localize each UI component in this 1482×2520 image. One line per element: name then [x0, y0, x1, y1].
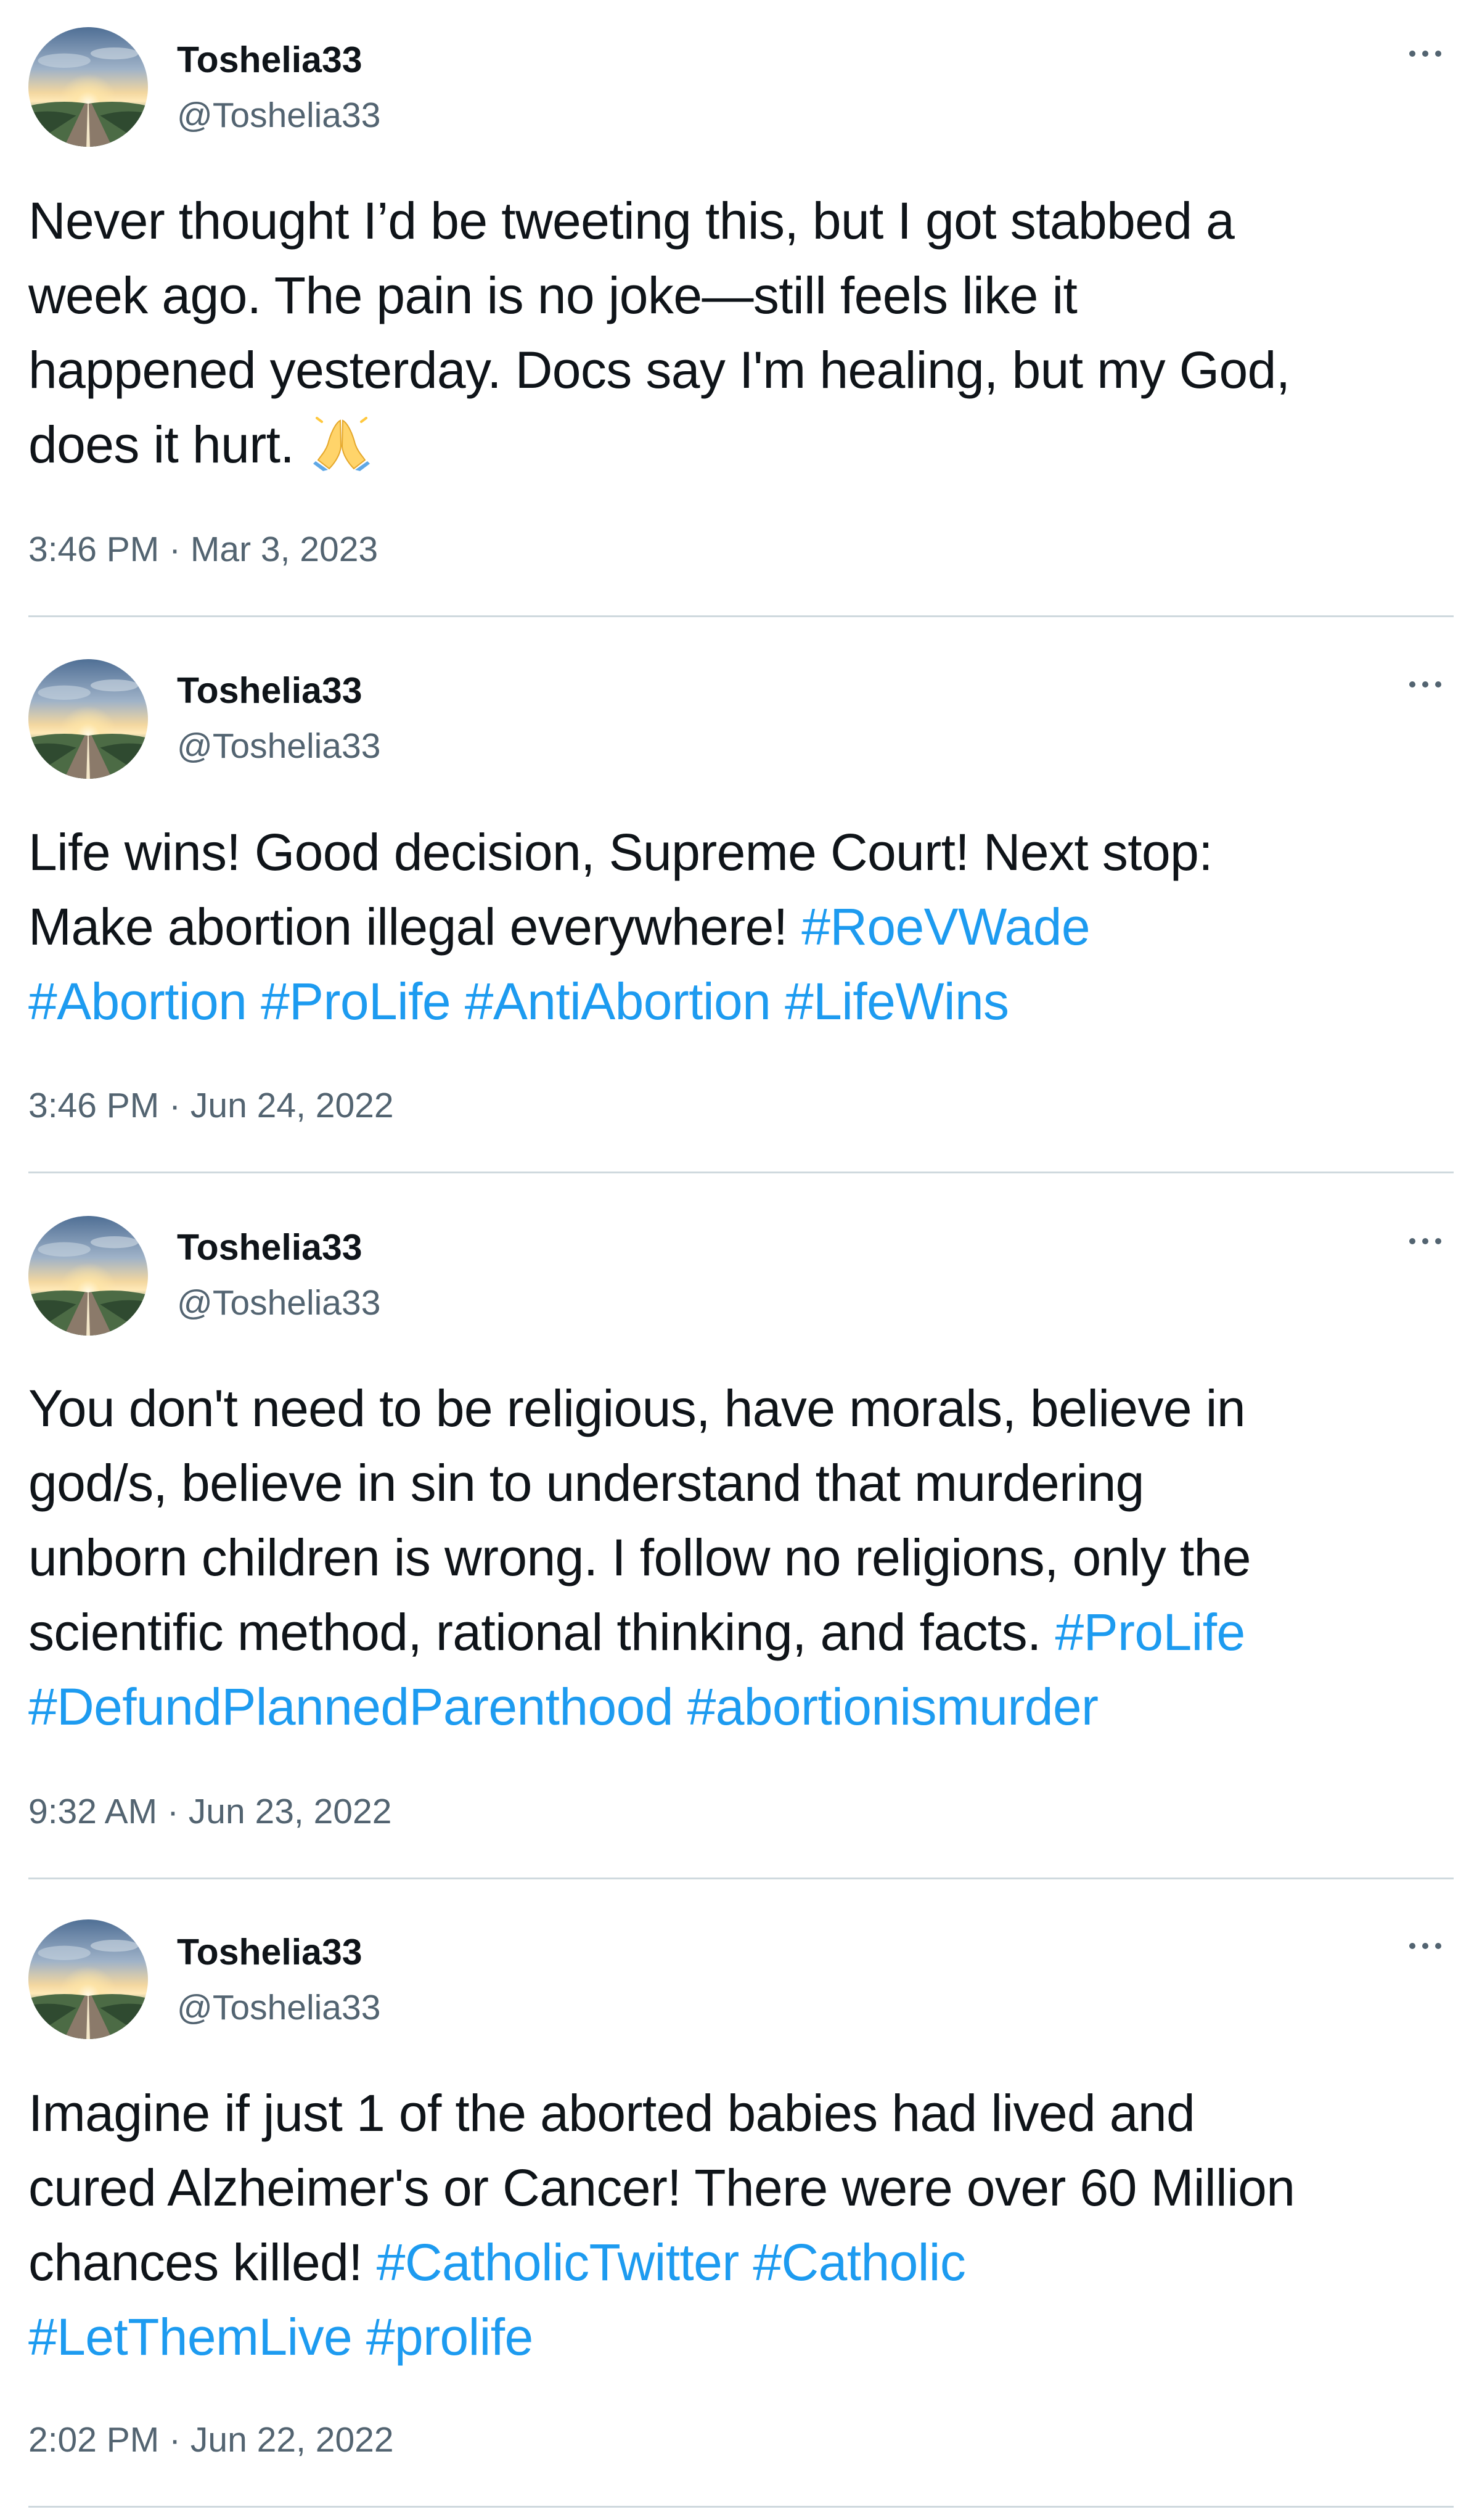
- username[interactable]: @Toshelia33: [177, 1986, 380, 2029]
- more-options-icon[interactable]: [1404, 1937, 1447, 1955]
- timestamp[interactable]: 2:02 PM · Jun 22, 2022: [28, 2418, 394, 2461]
- display-name[interactable]: Toshelia33: [177, 1931, 362, 1974]
- hashtag-link[interactable]: #CatholicTwitter: [377, 2233, 740, 2291]
- timestamp[interactable]: 3:46 PM · Mar 3, 2023: [28, 528, 378, 571]
- tweet-text-segment: chances killed!: [28, 2233, 377, 2291]
- hashtag-link[interactable]: #AntiAbortion: [465, 972, 771, 1030]
- tweet-text-segment: scientific method, rational thinking, an…: [28, 1603, 1055, 1661]
- tweet-text-line: week ago. The pain is no joke—still feel…: [28, 258, 1465, 333]
- tweet-text-line: Life wins! Good decision, Supreme Court!…: [28, 815, 1465, 890]
- hashtag-link[interactable]: #prolife: [366, 2308, 533, 2366]
- tweet-text-segment: unborn children is wrong. I follow no re…: [28, 1529, 1251, 1586]
- hashtag-link[interactable]: #abortionismurder: [687, 1678, 1099, 1736]
- profile-photo-icon: [28, 27, 148, 147]
- username[interactable]: @Toshelia33: [177, 94, 380, 137]
- tweet-text-segment: [352, 2308, 366, 2366]
- divider: [28, 1172, 1454, 1173]
- hashtag-link[interactable]: #ProLife: [1055, 1603, 1246, 1661]
- tweet-text: Imagine if just 1 of the aborted babies …: [28, 2076, 1465, 2374]
- folded-hands-icon: [313, 417, 370, 471]
- display-name[interactable]: Toshelia33: [177, 38, 362, 81]
- tweet-text-segment: You don't need to be religious, have mor…: [28, 1379, 1246, 1437]
- divider: [28, 1878, 1454, 1879]
- hashtag-link[interactable]: #ProLife: [261, 972, 451, 1030]
- divider: [28, 2506, 1454, 2508]
- tweet-text-line: scientific method, rational thinking, an…: [28, 1595, 1465, 1670]
- hashtag-link[interactable]: #RoeVWade: [801, 898, 1090, 956]
- more-options-icon[interactable]: [1404, 1232, 1447, 1250]
- tweet-text-segment: [739, 2233, 753, 2291]
- hashtag-link[interactable]: #LifeWins: [785, 972, 1009, 1030]
- tweet-text-line: does it hurt.: [28, 408, 1465, 482]
- hashtag-link[interactable]: #LetThemLive: [28, 2308, 353, 2366]
- tweet-text: Never thought I’d be tweeting this, but …: [28, 184, 1465, 482]
- divider: [28, 615, 1454, 617]
- tweet-text-line: Make abortion illegal everywhere! #RoeVW…: [28, 890, 1465, 964]
- tweet-text-segment: [247, 972, 261, 1030]
- tweet-text-segment: Life wins! Good decision, Supreme Court!…: [28, 823, 1213, 881]
- profile-photo-icon: [28, 659, 148, 779]
- tweet-text-line: #LetThemLive #prolife: [28, 2300, 1465, 2374]
- tweet-text-segment: Imagine if just 1 of the aborted babies …: [28, 2084, 1195, 2142]
- tweet-text-segment: cured Alzheimer's or Cancer! There were …: [28, 2159, 1295, 2217]
- tweet-text-line: chances killed! #CatholicTwitter #Cathol…: [28, 2225, 1465, 2300]
- avatar[interactable]: [28, 659, 148, 779]
- profile-photo-icon: [28, 1919, 148, 2039]
- tweet-text-line: #Abortion #ProLife #AntiAbortion #LifeWi…: [28, 964, 1465, 1039]
- tweet-text-line: You don't need to be religious, have mor…: [28, 1371, 1465, 1446]
- username[interactable]: @Toshelia33: [177, 724, 380, 768]
- tweet-text-segment: happened yesterday. Docs say I'm healing…: [28, 341, 1290, 399]
- tweet-text: You don't need to be religious, have mor…: [28, 1371, 1465, 1744]
- tweet-text-line: happened yesterday. Docs say I'm healing…: [28, 333, 1465, 408]
- avatar[interactable]: [28, 27, 148, 147]
- tweet-text-segment: does it hurt.: [28, 416, 295, 474]
- display-name[interactable]: Toshelia33: [177, 1226, 362, 1269]
- hashtag-link[interactable]: #Abortion: [28, 972, 247, 1030]
- tweet-text-segment: week ago. The pain is no joke—still feel…: [28, 266, 1078, 324]
- tweet-text-segment: [673, 1678, 687, 1736]
- hashtag-link[interactable]: #Catholic: [753, 2233, 965, 2291]
- more-options-icon[interactable]: [1404, 675, 1447, 694]
- profile-photo-icon: [28, 1216, 148, 1336]
- tweet-text: Life wins! Good decision, Supreme Court!…: [28, 815, 1465, 1039]
- tweet-text-line: Never thought I’d be tweeting this, but …: [28, 184, 1465, 258]
- username[interactable]: @Toshelia33: [177, 1281, 380, 1324]
- tweet-text-segment: god/s, believe in sin to understand that…: [28, 1454, 1144, 1512]
- timestamp[interactable]: 9:32 AM · Jun 23, 2022: [28, 1790, 391, 1833]
- tweet-text-line: unborn children is wrong. I follow no re…: [28, 1521, 1465, 1595]
- tweet-text-segment: Never thought I’d be tweeting this, but …: [28, 192, 1235, 250]
- hashtag-link[interactable]: #DefundPlannedParenthood: [28, 1678, 673, 1736]
- tweet-text-line: cured Alzheimer's or Cancer! There were …: [28, 2151, 1465, 2225]
- timestamp[interactable]: 3:46 PM · Jun 24, 2022: [28, 1084, 394, 1127]
- tweet-feed: Toshelia33 @Toshelia33 Never thought I’d…: [0, 0, 1482, 2520]
- avatar[interactable]: [28, 1216, 148, 1336]
- tweet-text-line: god/s, believe in sin to understand that…: [28, 1446, 1465, 1521]
- avatar[interactable]: [28, 1919, 148, 2039]
- tweet-text-segment: Make abortion illegal everywhere!: [28, 898, 802, 956]
- tweet-text-line: #DefundPlannedParenthood #abortionismurd…: [28, 1670, 1465, 1744]
- tweet-text-segment: [451, 972, 465, 1030]
- more-options-icon[interactable]: [1404, 44, 1447, 63]
- tweet-text-segment: [771, 972, 785, 1030]
- tweet-text-line: Imagine if just 1 of the aborted babies …: [28, 2076, 1465, 2151]
- display-name[interactable]: Toshelia33: [177, 669, 362, 712]
